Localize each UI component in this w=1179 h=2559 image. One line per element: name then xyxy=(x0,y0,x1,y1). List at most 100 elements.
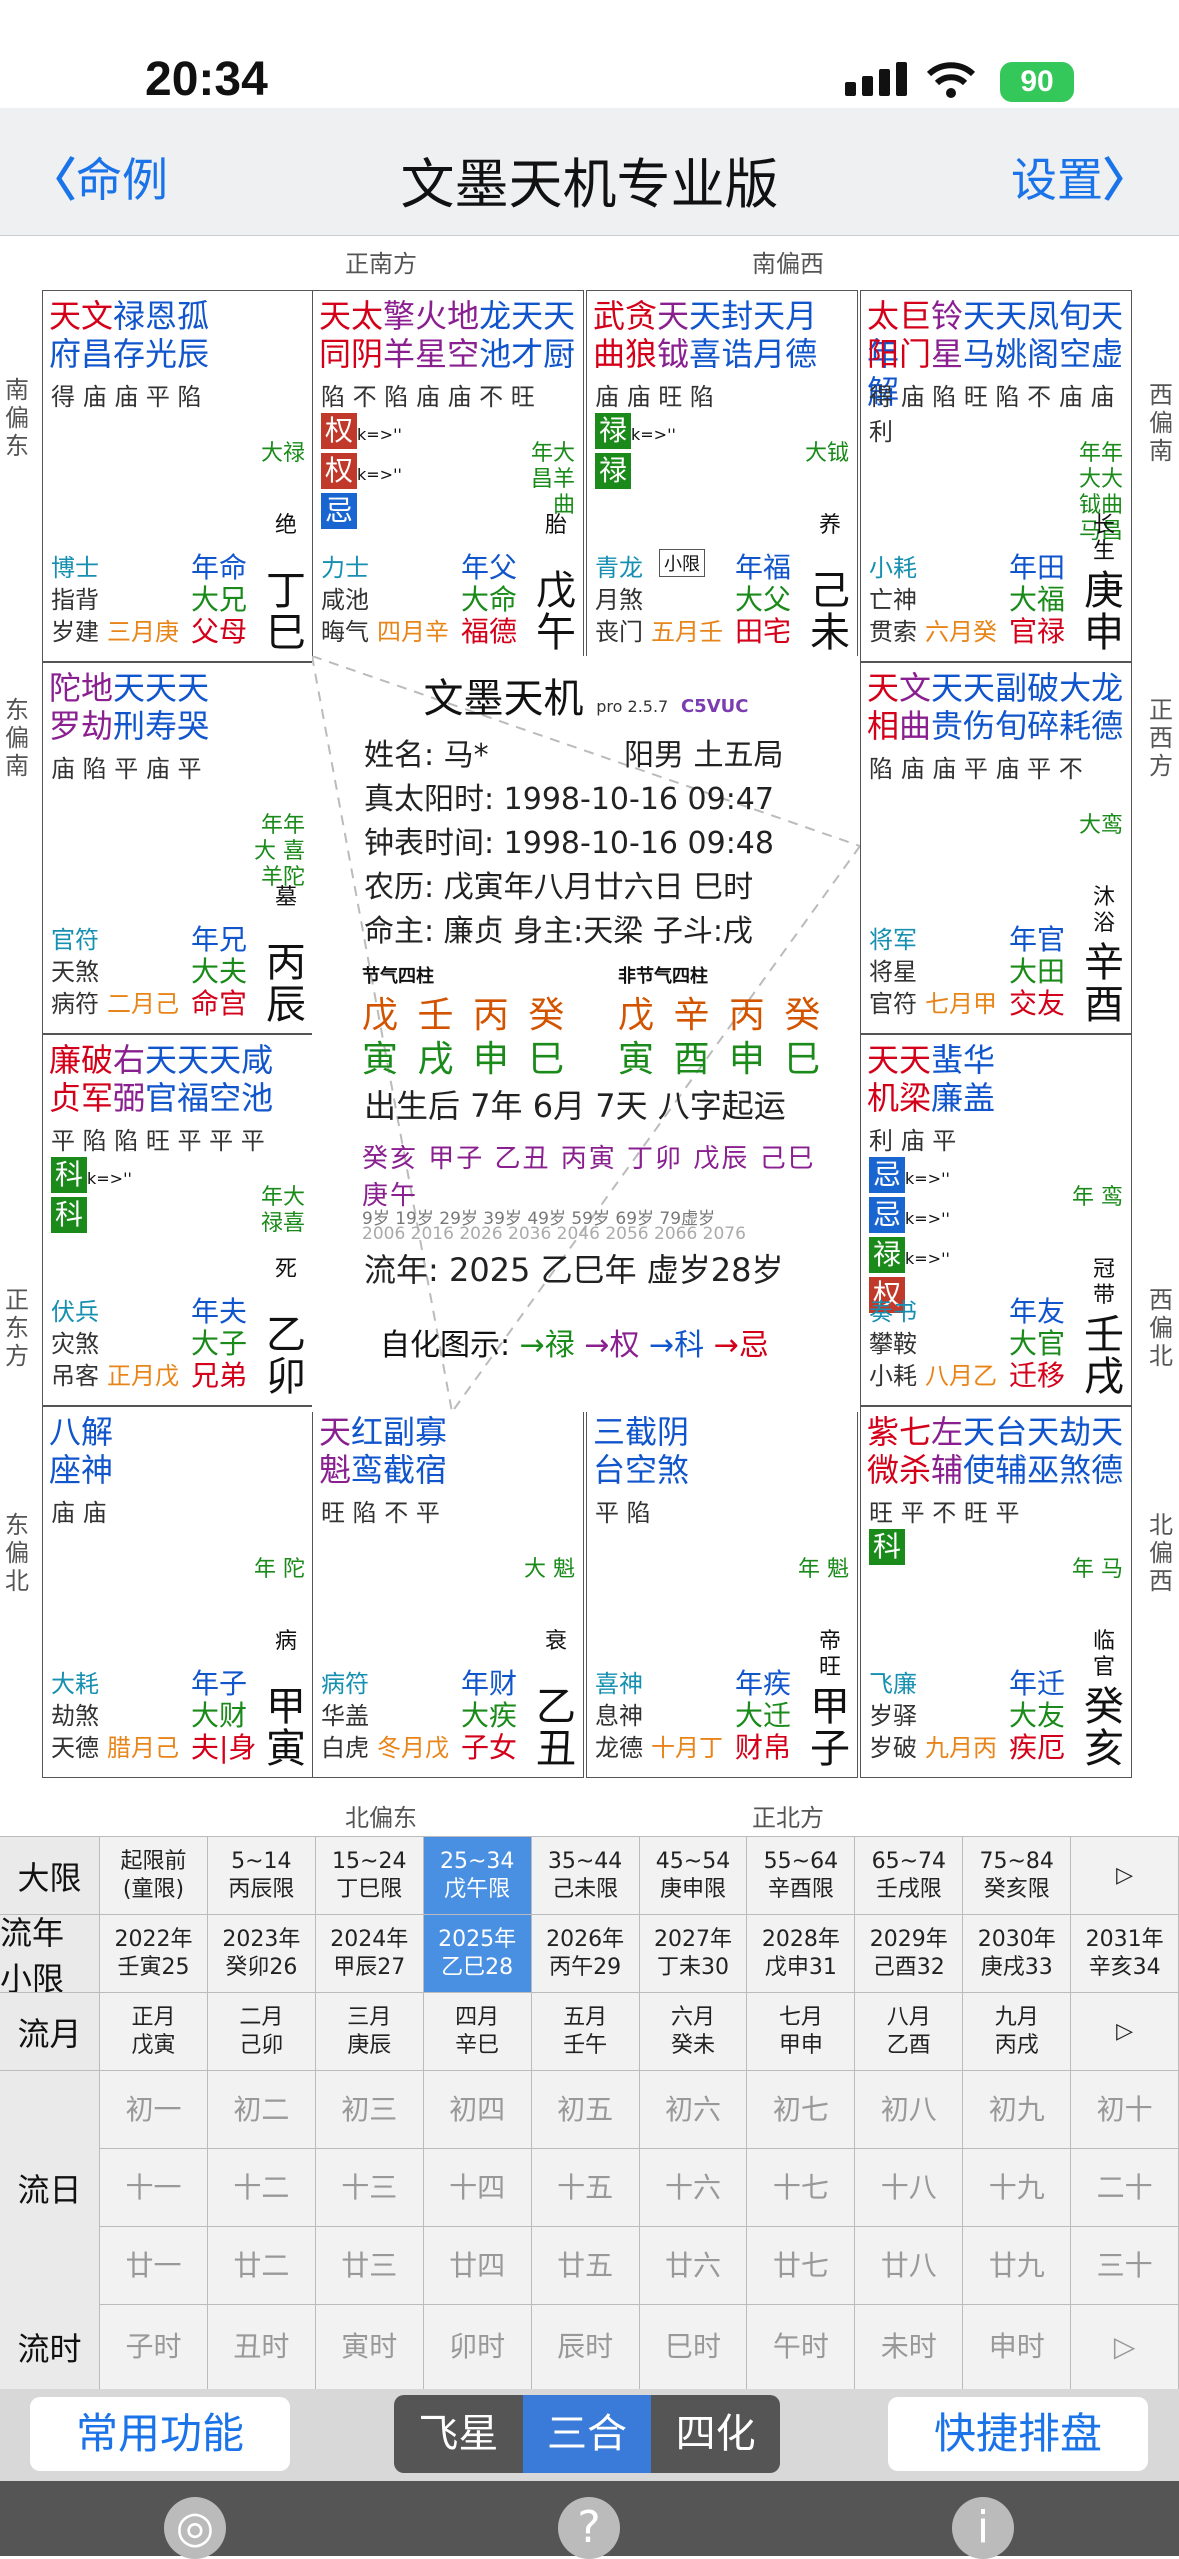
cell-liushi[interactable]: 卯时 xyxy=(424,2305,532,2389)
cell-liuri1[interactable]: 初一 xyxy=(100,2071,208,2148)
cell-liuri3[interactable]: 三十 xyxy=(1071,2227,1179,2304)
cell-liushi[interactable]: 辰时 xyxy=(532,2305,640,2389)
palace-yin[interactable]: 八解 座神 庙 庙 年 陀 大耗 劫煞 天德 腊月己 年子 大财 夫|身 病 甲… xyxy=(42,1406,314,1778)
common-functions-button[interactable]: 常用功能 xyxy=(30,2397,290,2471)
cell-liuri1[interactable]: 初九 xyxy=(963,2071,1072,2148)
quick-chart-button[interactable]: 快捷排盘 xyxy=(888,2397,1148,2471)
cell-liuri2[interactable]: 十七 xyxy=(747,2149,856,2226)
palace-xu[interactable]: 天天蜚华 机梁廉盖 利 庙 平 忌 k=>''忌 k=>''禄 k=>''权 年 鸾 … xyxy=(860,1034,1132,1406)
cell-liuri1[interactable]: 初七 xyxy=(747,2071,856,2148)
cell-liuri1[interactable]: 初二 xyxy=(208,2071,316,2148)
cell-liuri1[interactable]: 初三 xyxy=(316,2071,424,2148)
cell-liuri3[interactable]: 廿九 xyxy=(963,2227,1072,2304)
palace-shen[interactable]: 太巨铃天天凤旬天年 阳门星马姚阁空虚解 得 庙 陷 旺 陷 不 庙 庙 利 年年… xyxy=(860,290,1132,662)
settings-button[interactable]: 设置〉 xyxy=(1011,144,1149,210)
cell-liuri3[interactable]: 廿一 xyxy=(100,2227,208,2304)
sihua-badge: 忌 xyxy=(869,1157,905,1193)
cell-liushi[interactable]: 丑时 xyxy=(208,2305,316,2389)
palace-wei[interactable]: 武贪天天封天月 曲狼钺喜诰月德 庙 庙 旺 陷 禄 k=>''禄 大钺 小限 青龙… xyxy=(586,290,858,662)
palace-wu[interactable]: 天太擎火地龙天天 同阴羊星空池才厨 陷 不 陷 庙 庙 不 旺 权 k=>''权 k… xyxy=(312,290,584,662)
palace-daxian: 大父 xyxy=(735,583,792,616)
cell-daxian[interactable]: 65~74 壬戌限 xyxy=(855,1837,964,1914)
cell-liunian[interactable]: 2030年 庚戌33 xyxy=(963,1915,1072,1992)
cell-daxian[interactable]: 75~84 癸亥限 xyxy=(963,1837,1072,1914)
cell-liuri1[interactable]: 初八 xyxy=(855,2071,964,2148)
palace-chou[interactable]: 天红副寡 魁鸾截宿 旺 陷 不 平 大 魁 病符 华盖 白虎 冬月戊 年财 大疾… xyxy=(312,1406,584,1778)
cell-liuyue[interactable]: 六月 癸未 xyxy=(640,1993,748,2070)
cell-liushi[interactable]: 申时 xyxy=(963,2305,1072,2389)
cell-liushi[interactable]: 巳时 xyxy=(640,2305,748,2389)
star-char: 姚 xyxy=(995,335,1028,373)
palace-si[interactable]: 天文禄恩孤 府昌存光辰 得 庙 庙 平 陷 大禄 博士 指背 岁建 三月庚 年命… xyxy=(42,290,314,662)
cell-daxian[interactable]: ▷ xyxy=(1071,1837,1179,1914)
cell-liunian[interactable]: 2028年 戊申31 xyxy=(747,1915,856,1992)
cell-liuri2[interactable]: 十四 xyxy=(424,2149,532,2226)
tab-help-icon[interactable]: ? xyxy=(558,2497,620,2559)
star-char: 阳 xyxy=(867,335,900,373)
cell-liushi[interactable]: ▷ xyxy=(1071,2305,1179,2389)
lunar-month: 八月乙 xyxy=(925,1362,997,1390)
cell-liuyue[interactable]: 二月 己卯 xyxy=(208,1993,316,2070)
cell-liuri3[interactable]: 廿四 xyxy=(424,2227,532,2304)
cell-liuri3[interactable]: 廿八 xyxy=(855,2227,964,2304)
cell-liuri1[interactable]: 初十 xyxy=(1071,2071,1179,2148)
cell-liuri3[interactable]: 廿七 xyxy=(747,2227,856,2304)
cell-liunian[interactable]: 2029年 己酉32 xyxy=(855,1915,964,1992)
cell-liushi[interactable]: 午时 xyxy=(747,2305,856,2389)
tab-chart-icon[interactable]: ◎ xyxy=(164,2497,226,2559)
cell-daxian[interactable]: 15~24 丁巳限 xyxy=(316,1837,424,1914)
cell-liuyue[interactable]: 八月 乙酉 xyxy=(855,1993,964,2070)
cell-liuri3[interactable]: 廿三 xyxy=(316,2227,424,2304)
palace-mao[interactable]: 廉破右天天天咸 贞军弼官福空池 平 陷 陷 旺 平 平 平 科 k=>''科 年大… xyxy=(42,1034,314,1406)
seg-sanhe[interactable]: 三合 xyxy=(522,2395,652,2473)
cell-liuri2[interactable]: 十二 xyxy=(208,2149,316,2226)
palace-zi[interactable]: 三截阴 台空煞 平 陷 年 魁 喜神 息神 龙德 十月丁 年疾 大迁 财帛 帝旺… xyxy=(586,1406,858,1778)
seg-feixing[interactable]: 飞星 xyxy=(394,2395,523,2473)
cell-liunian[interactable]: 2024年 甲辰27 xyxy=(316,1915,424,1992)
cell-liuri2[interactable]: 十三 xyxy=(316,2149,424,2226)
tab-info-icon[interactable]: i xyxy=(952,2497,1014,2559)
star-row-2: 魁鸾截宿 xyxy=(319,1451,447,1489)
cell-liuri1[interactable]: 初四 xyxy=(424,2071,532,2148)
cell-liuyue[interactable]: 正月 戊寅 xyxy=(100,1993,208,2070)
cell-liuri2[interactable]: 十一 xyxy=(100,2149,208,2226)
cell-liunian[interactable]: 2022年 壬寅25 xyxy=(100,1915,208,1992)
palace-you[interactable]: 天文天天副破大龙 相曲贵伤旬碎耗德 陷 庙 庙 平 庙 平 不 大鸾 将军 将星… xyxy=(860,662,1132,1034)
cell-liuri2[interactable]: 十八 xyxy=(855,2149,964,2226)
palace-hai[interactable]: 紫七左天台天劫天 微杀辅使辅巫煞德 旺 平 不 旺 平 科 年 马 飞廉 岁驿 … xyxy=(860,1406,1132,1778)
cell-liunian[interactable]: 2027年 丁未30 xyxy=(640,1915,748,1992)
cell-liuri3[interactable]: 廿二 xyxy=(208,2227,316,2304)
cell-liuri2[interactable]: 十六 xyxy=(640,2149,748,2226)
cell-liushi[interactable]: 子时 xyxy=(100,2305,208,2389)
cell-liuri1[interactable]: 初六 xyxy=(640,2071,748,2148)
dayun-pillars: 癸亥 甲子 乙丑 丙寅 丁卯 戊辰 己巳 庚午 xyxy=(362,1144,816,1211)
cell-liunian[interactable]: 2031年 辛亥34 xyxy=(1071,1915,1179,1992)
cell-daxian[interactable]: 45~54 庚申限 xyxy=(640,1837,748,1914)
cell-daxian[interactable]: 35~44 己未限 xyxy=(532,1837,640,1914)
cell-liushi[interactable]: 未时 xyxy=(855,2305,964,2389)
cell-liunian[interactable]: 2025年 乙巳28 xyxy=(423,1915,532,1992)
cell-liunian[interactable]: 2023年 癸卯26 xyxy=(208,1915,316,1992)
cell-daxian[interactable]: 25~34 戊午限 xyxy=(423,1837,532,1914)
star-row-2: 相曲贵伤旬碎耗德 xyxy=(867,707,1123,745)
seg-sihua[interactable]: 四化 xyxy=(651,2395,780,2473)
cell-liuyue[interactable]: 五月 壬午 xyxy=(532,1993,640,2070)
cell-liuyue[interactable]: 九月 丙戌 xyxy=(963,1993,1072,2070)
cell-daxian[interactable]: 起限前 (童限) xyxy=(100,1837,208,1914)
cell-liuri3[interactable]: 廿五 xyxy=(532,2227,640,2304)
cell-daxian[interactable]: 55~64 辛酉限 xyxy=(747,1837,856,1914)
cell-liuyue[interactable]: 七月 甲申 xyxy=(747,1993,856,2070)
god-2: 华盖 xyxy=(321,1702,369,1730)
cell-liuyue[interactable]: 四月 辛巳 xyxy=(424,1993,532,2070)
cell-liunian[interactable]: 2026年 丙午29 xyxy=(532,1915,640,1992)
cell-liuyue[interactable]: ▷ xyxy=(1071,1993,1179,2070)
palace-chen[interactable]: 陀地天天天 罗劫刑寿哭 庙 陷 平 庙 平 年年大 喜羊陀 官符 天煞 病符 二… xyxy=(42,662,314,1034)
cell-liuyue[interactable]: 三月 庚辰 xyxy=(316,1993,424,2070)
cell-liuri2[interactable]: 二十 xyxy=(1071,2149,1179,2226)
cell-daxian[interactable]: 5~14 丙辰限 xyxy=(208,1837,316,1914)
cell-liuri2[interactable]: 十五 xyxy=(532,2149,640,2226)
cell-liuri1[interactable]: 初五 xyxy=(532,2071,640,2148)
cell-liuri3[interactable]: 廿六 xyxy=(640,2227,748,2304)
cell-liuri2[interactable]: 十九 xyxy=(963,2149,1072,2226)
cell-liushi[interactable]: 寅时 xyxy=(316,2305,424,2389)
